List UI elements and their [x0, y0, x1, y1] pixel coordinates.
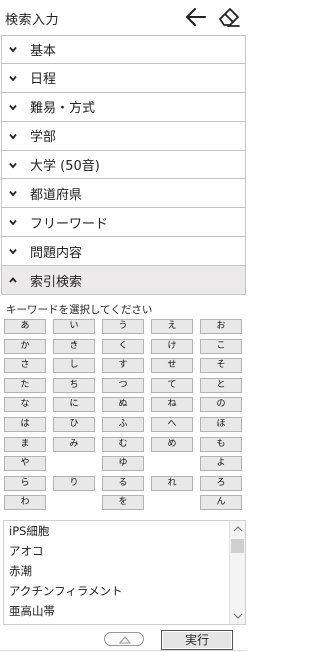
accordion-item[interactable]: 索引検索 [1, 266, 246, 296]
kana-button[interactable]: く [102, 339, 144, 354]
accordion-label: 難易・方式 [30, 101, 96, 117]
kana-button[interactable]: へ [151, 417, 193, 432]
kana-button[interactable]: る [102, 476, 144, 491]
accordion-label: 基本 [30, 43, 57, 59]
kana-button[interactable]: の [200, 397, 242, 412]
accordion-item[interactable]: フリーワード [1, 208, 246, 238]
kana-button[interactable]: す [102, 358, 144, 373]
kana-button[interactable]: な [4, 397, 46, 412]
keyword-prompt: キーワードを選択してください [6, 304, 153, 316]
kana-button[interactable]: さ [4, 358, 46, 373]
arrow-left-icon[interactable] [184, 6, 208, 28]
scroll-down-icon[interactable] [233, 612, 243, 620]
accordion-label: 大学 (50音) [30, 159, 100, 174]
accordion-label: 索引検索 [30, 274, 83, 290]
chevron-down-icon [9, 104, 17, 111]
list-item[interactable]: アオコ [4, 541, 245, 561]
chevron-down-icon [9, 220, 17, 226]
kana-button[interactable]: ふ [102, 417, 144, 432]
list-item[interactable]: iPS細胞 [4, 521, 245, 541]
accordion-label: 日程 [30, 72, 57, 88]
chevron-down-icon [9, 249, 17, 255]
footer: 実行 [0, 630, 247, 652]
chevron-up-icon [119, 636, 131, 644]
chevron-down-icon [9, 191, 17, 197]
accordion-label: 学部 [30, 130, 57, 146]
chevron-down-icon [9, 75, 17, 82]
kana-button[interactable]: と [200, 378, 242, 393]
kana-button[interactable]: ほ [200, 417, 242, 432]
accordion-item[interactable]: 日程 [1, 63, 246, 93]
chevron-down-icon [9, 162, 17, 168]
kana-button[interactable]: つ [102, 378, 144, 393]
kana-button[interactable]: ひ [53, 417, 95, 432]
collapse-toggle-button[interactable] [104, 632, 144, 646]
kana-button[interactable]: り [53, 476, 95, 491]
run-button[interactable]: 実行 [161, 630, 233, 650]
kana-button[interactable]: ろ [200, 476, 242, 491]
kana-button[interactable]: か [4, 339, 46, 354]
chevron-down-icon [9, 47, 17, 53]
kana-grid: あいうえおかきくけこさしすせそたちつてとなにぬねのはひふへほまみむめもや ゆ よらり… [4, 319, 244, 515]
search-accordion: 基本日程難易・方式学部大学 (50音) 都道府県フリーワード 問題内容索引検索 [1, 35, 246, 296]
kana-button[interactable]: ち [53, 378, 95, 393]
kana-button[interactable]: に [53, 397, 95, 412]
kana-button[interactable]: け [151, 339, 193, 354]
kana-button[interactable]: お [200, 319, 242, 334]
accordion-label: 都道府県 [30, 187, 83, 203]
kana-button[interactable]: ゆ [102, 456, 144, 471]
list-item[interactable]: 亜高山帯 [4, 601, 245, 621]
divider [0, 650, 247, 651]
accordion-item[interactable]: 大学 (50音) [1, 150, 246, 180]
accordion-item[interactable]: 難易・方式 [1, 92, 246, 122]
kana-button[interactable]: み [53, 437, 95, 452]
chevron-up-icon [9, 277, 17, 283]
kana-button[interactable]: め [151, 437, 193, 452]
list-item[interactable]: アクチンフィラメント [4, 581, 245, 601]
keyword-list[interactable]: iPS細胞アオコ赤潮アクチンフィラメント亜高山帯亜高山帯 [3, 520, 246, 625]
accordion-label: フリーワード [30, 216, 109, 232]
eraser-icon[interactable] [216, 4, 242, 30]
kana-button[interactable]: あ [4, 319, 46, 334]
scroll-up-icon[interactable] [233, 525, 243, 533]
scrollbar-thumb[interactable] [231, 539, 244, 553]
kana-button[interactable]: い [53, 319, 95, 334]
kana-button[interactable]: ま [4, 437, 46, 452]
list-item[interactable]: 亜高山帯 [4, 621, 245, 624]
kana-button[interactable]: ね [151, 397, 193, 412]
kana-button[interactable]: た [4, 378, 46, 393]
kana-button[interactable]: も [200, 437, 242, 452]
kana-button[interactable]: れ [151, 476, 193, 491]
kana-button[interactable]: む [102, 437, 144, 452]
accordion-item[interactable]: 学部 [1, 121, 246, 151]
kana-button[interactable]: こ [200, 339, 242, 354]
kana-button[interactable]: し [53, 358, 95, 373]
kana-button[interactable]: え [151, 319, 193, 334]
kana-button[interactable]: わ [4, 495, 46, 510]
kana-button[interactable]: そ [200, 358, 242, 373]
accordion-item[interactable]: 問題内容 [1, 237, 246, 267]
kana-button[interactable]: き [53, 339, 95, 354]
kana-button[interactable]: ら [4, 476, 46, 491]
kana-button[interactable]: て [151, 378, 193, 393]
list-item[interactable]: 赤潮 [4, 561, 245, 581]
chevron-down-icon [9, 133, 17, 139]
page-title: 検索入力 [5, 13, 60, 28]
kana-button[interactable]: せ [151, 358, 193, 373]
accordion-item[interactable]: 基本 [1, 35, 246, 64]
list-scrollbar[interactable] [229, 521, 245, 624]
kana-button[interactable]: ぬ [102, 397, 144, 412]
kana-button[interactable]: を [102, 495, 144, 510]
accordion-label: 問題内容 [30, 245, 83, 261]
kana-button[interactable]: や [4, 456, 46, 471]
header: 検索入力 [0, 0, 247, 34]
kana-button[interactable]: う [102, 319, 144, 334]
kana-button[interactable]: は [4, 417, 46, 432]
kana-button[interactable]: よ [200, 456, 242, 471]
accordion-item[interactable]: 都道府県 [1, 179, 246, 209]
kana-button[interactable]: ん [200, 495, 242, 510]
